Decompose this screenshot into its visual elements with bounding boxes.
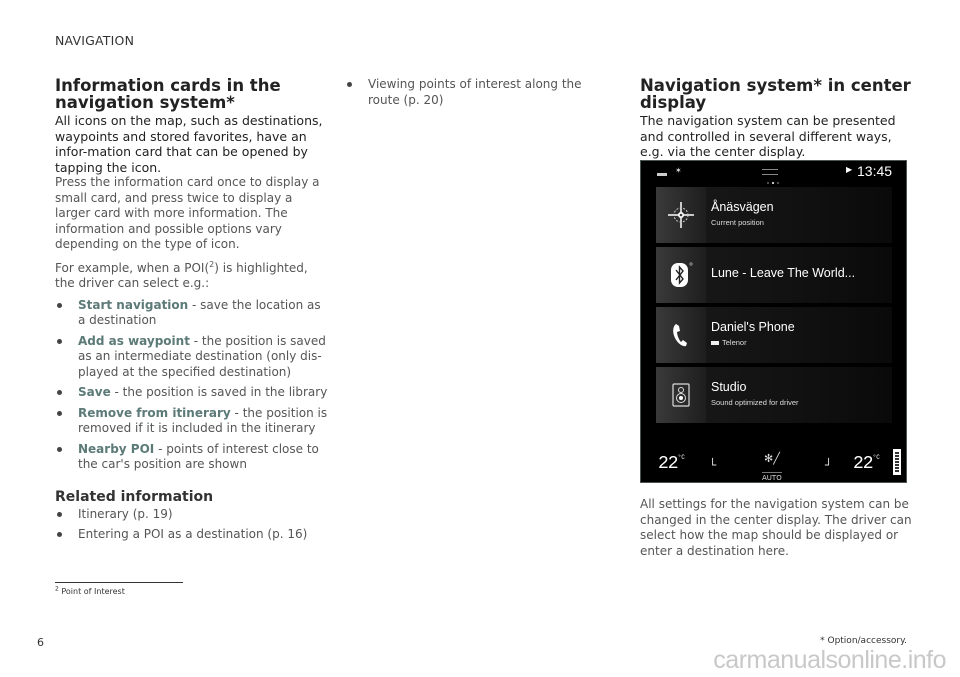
climate-bar: 22°C └ ✻╱ AUTO ┘ 22°C — [641, 446, 906, 482]
card-subtitle: Sound optimized for driver — [711, 398, 799, 407]
related-list-continued: Viewing points of interest along the rou… — [345, 77, 615, 108]
options-list: Start navigation - save the location as … — [55, 298, 330, 473]
section-heading-center-display: Navigation system* in center display — [640, 76, 911, 112]
bluetooth-status-icon: ✶ — [675, 166, 682, 175]
right-column-body: All settings for the navigation system c… — [640, 497, 915, 559]
option-start-navigation: Start navigation - save the location as … — [55, 298, 330, 329]
page-indicator — [767, 182, 779, 184]
related-link[interactable]: Entering a POI as a destination (p. 16) — [55, 527, 330, 543]
right-seat-heat-icon: ┘ — [825, 458, 833, 472]
body-paragraph: All settings for the navigation system c… — [640, 497, 912, 558]
example-paragraph: For example, when a POI(2) is highlighte… — [55, 259, 308, 290]
media-tile: Lune - Leave The World... — [656, 247, 892, 303]
middle-column: Viewing points of interest along the rou… — [345, 77, 615, 113]
climate-mode: AUTO — [762, 472, 782, 482]
right-temperature: 22°C — [853, 454, 880, 474]
phone-tile: Daniel's Phone Telenor — [656, 307, 892, 363]
card-subtitle: Current position — [711, 218, 764, 227]
pull-down-handle-icon — [762, 169, 778, 175]
right-column: Navigation system* in center display The… — [640, 77, 915, 160]
navigation-flag-icon: ▶ — [846, 165, 853, 174]
lead-paragraph: The navigation system can be presented a… — [640, 113, 896, 159]
related-link[interactable]: Viewing points of interest along the rou… — [345, 77, 615, 108]
watermark: carmanualsonline.info — [713, 646, 946, 674]
option-note: * Option/accessory. — [820, 636, 907, 646]
running-head: NAVIGATION — [55, 33, 135, 48]
compass-icon — [668, 202, 694, 228]
signal-icon — [657, 170, 667, 176]
fan-icon: ✻╱ — [764, 452, 780, 465]
option-add-waypoint: Add as waypoint - the position is saved … — [55, 334, 330, 381]
card-subtitle: Telenor — [711, 338, 747, 347]
image-code-label — [893, 449, 901, 475]
card-title: Daniel's Phone — [711, 320, 795, 334]
navigation-tile: Ånäsvägen Current position — [656, 187, 892, 243]
related-info-heading: Related information — [55, 488, 214, 505]
option-nearby-poi: Nearby POI - points of interest close to… — [55, 442, 330, 473]
card-title: Ånäsvägen — [711, 200, 774, 214]
related-list: Itinerary (p. 19) Entering a POI as a de… — [55, 507, 330, 543]
page-number: 6 — [37, 636, 44, 649]
phone-icon — [673, 324, 687, 347]
option-save: Save - the position is saved in the libr… — [55, 385, 330, 401]
footnote-divider — [55, 582, 183, 583]
lead-paragraph: All icons on the map, such as destinatio… — [55, 113, 323, 175]
left-temperature: 22°C — [658, 454, 685, 474]
bluetooth-icon — [671, 262, 693, 287]
audio-tile: Studio Sound optimized for driver — [656, 367, 892, 423]
battery-icon — [711, 341, 719, 346]
card-title: Lune - Leave The World... — [711, 266, 856, 280]
clock: 13:45 — [857, 163, 893, 179]
left-column: Information cards in the navigation syst… — [55, 77, 330, 548]
body-paragraph: Press the information card once to displ… — [55, 175, 320, 251]
footnote: 2 Point of Interest — [55, 585, 125, 596]
speaker-icon — [672, 383, 690, 407]
left-seat-heat-icon: └ — [709, 458, 717, 472]
card-title: Studio — [711, 380, 747, 394]
related-link[interactable]: Itinerary (p. 19) — [55, 507, 330, 523]
option-remove-itinerary: Remove from itinerary - the position is … — [55, 406, 330, 437]
section-heading-info-cards: Information cards in the navigation syst… — [55, 76, 281, 112]
status-bar: ✶ ▶ 13:45 — [641, 161, 906, 183]
center-display-image: ✶ ▶ 13:45 Ånäsvägen Current position Lun… — [640, 160, 907, 483]
